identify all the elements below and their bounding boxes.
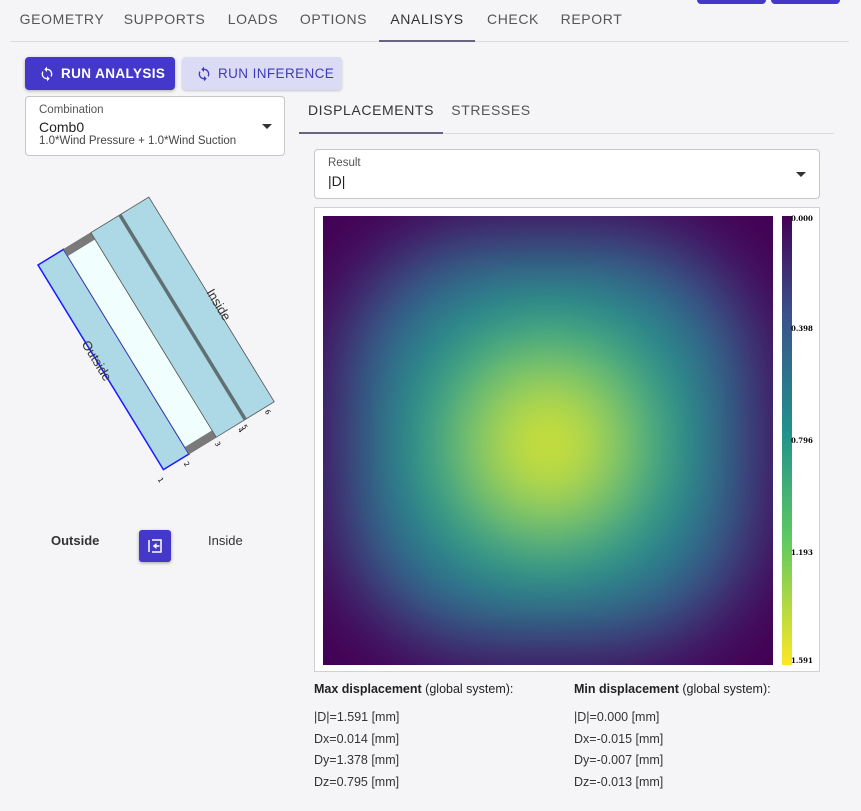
result-select[interactable]: Result |D| (314, 149, 820, 199)
glass-section-diagram: Outside Inside 1 2 3 4 5 6 (36, 196, 275, 484)
displacement-plot: 0.000 0.398 0.796 1.193 1.591 (314, 207, 820, 672)
node-label-6: 6 (263, 408, 272, 416)
colorbar-tick-4: 1.591 (791, 656, 813, 665)
heatmap-contours (323, 216, 773, 665)
combination-value: Comb0 (39, 119, 85, 135)
max-displacement-suffix: (global system): (425, 682, 514, 696)
run-inference-button[interactable]: RUN INFERENCE (182, 57, 342, 90)
tab-supports[interactable]: SUPPORTS (114, 0, 215, 42)
max-dy-value: Dy=1.378 [mm] (314, 753, 400, 767)
combination-select[interactable]: Combination Comb0 1.0*Wind Pressure + 1.… (25, 96, 285, 156)
tab-displacements[interactable]: DISPLACEMENTS (299, 92, 443, 134)
refresh-icon (198, 66, 210, 81)
tab-analisys[interactable]: ANALISYS (379, 0, 475, 42)
tab-loads[interactable]: LOADS (215, 0, 291, 42)
min-displacement-suffix: (global system): (682, 682, 771, 696)
combination-description: 1.0*Wind Pressure + 1.0*Wind Suction (39, 135, 237, 147)
displacement-heatmap (323, 216, 773, 665)
max-d-value: |D|=1.591 [mm] (314, 710, 400, 724)
main-nav: GEOMETRY SUPPORTS LOADS OPTIONS ANALISYS… (10, 0, 849, 42)
colorbar-tick-0: 0.000 (791, 214, 813, 223)
tab-options[interactable]: OPTIONS (291, 0, 376, 42)
tab-report[interactable]: REPORT (554, 0, 629, 42)
result-value: |D| (328, 173, 346, 189)
run-analysis-button[interactable]: RUN ANALYSIS (25, 57, 175, 90)
top-action-button-1[interactable] (697, 0, 766, 4)
max-dx-value: Dx=0.014 [mm] (314, 732, 400, 746)
result-tabs: DISPLACEMENTS STRESSES (299, 92, 834, 134)
max-displacement-title: Max displacement (global system): (314, 682, 513, 696)
combination-label: Combination (39, 104, 104, 116)
top-action-button-2[interactable] (771, 0, 840, 4)
min-d-value: |D|=0.000 [mm] (574, 710, 660, 724)
run-analysis-label: RUN ANALYSIS (61, 66, 166, 81)
run-inference-label: RUN INFERENCE (218, 66, 335, 81)
node-label-3: 3 (213, 440, 222, 448)
swap-side-icon (148, 539, 162, 553)
colorbar-tick-3: 1.193 (791, 548, 813, 557)
chevron-down-icon (796, 172, 806, 177)
tab-geometry[interactable]: GEOMETRY (10, 0, 114, 42)
min-dy-value: Dy=-0.007 [mm] (574, 753, 664, 767)
min-dz-value: Dz=-0.013 [mm] (574, 775, 664, 789)
colorbar-tick-2: 0.796 (791, 436, 813, 445)
swap-orientation-button[interactable] (139, 530, 171, 562)
max-dz-value: Dz=0.795 [mm] (314, 775, 400, 789)
min-displacement-heading: Min displacement (574, 682, 679, 696)
min-displacement-title: Min displacement (global system): (574, 682, 771, 696)
tab-check[interactable]: CHECK (475, 0, 551, 42)
chevron-down-icon (262, 124, 272, 129)
orientation-left-label: Outside (51, 533, 100, 548)
min-dx-value: Dx=-0.015 [mm] (574, 732, 664, 746)
node-label-2: 2 (182, 460, 191, 468)
colorbar-tick-1: 0.398 (791, 324, 813, 333)
node-label-1: 1 (156, 476, 165, 484)
refresh-icon (41, 66, 53, 81)
orientation-right-label: Inside (208, 533, 243, 548)
max-displacement-heading: Max displacement (314, 682, 422, 696)
result-label: Result (328, 157, 361, 169)
tab-stresses[interactable]: STRESSES (443, 92, 539, 134)
